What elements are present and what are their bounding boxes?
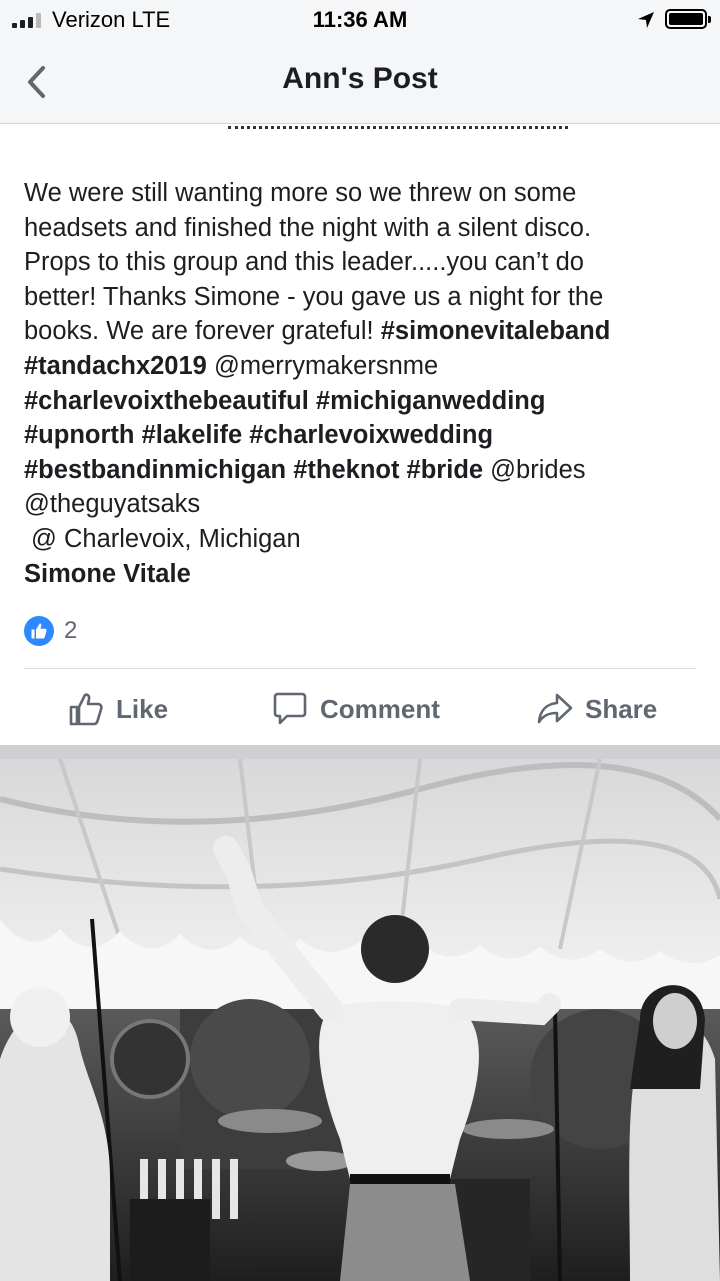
share-label: Share — [585, 693, 658, 724]
share-icon — [537, 693, 573, 724]
post-text-segment: @merrymakersnme — [206, 351, 439, 380]
post-line: #tandachx2019 @merrymakersnme — [24, 349, 704, 384]
comment-icon — [273, 692, 307, 725]
post-line: Props to this group and this leader.....… — [24, 245, 704, 280]
post-body: We were still wanting more so we threw o… — [24, 176, 704, 522]
divider — [24, 668, 696, 669]
post-text-segment: We were still wanting more so we threw o… — [24, 179, 577, 207]
chevron-left-icon — [28, 66, 45, 98]
post-line: #upnorth #lakelife #charlevoixwedding — [24, 418, 704, 453]
post-text-segment: Props to this group and this leader.....… — [24, 248, 584, 277]
hashtag-link[interactable]: #charlevoixthebeautiful #michiganwedding — [24, 387, 545, 415]
post-line: better! Thanks Simone - you gave us a ni… — [24, 280, 704, 315]
hashtag-link[interactable]: #bestbandinmichigan #theknot #bride — [24, 456, 483, 484]
post-text-segment: @brides — [483, 455, 586, 484]
back-button[interactable] — [16, 62, 56, 102]
tagged-user[interactable]: Simone Vitale — [24, 557, 704, 592]
page-title: Ann's Post — [282, 62, 438, 95]
post-text-segment: better! Thanks Simone - you gave us a ni… — [24, 282, 604, 311]
signal-icon — [12, 12, 41, 28]
hashtag-link[interactable]: #simonevitaleband — [381, 317, 611, 345]
comment-label: Comment — [320, 693, 440, 724]
post-location[interactable]: @ Charlevoix, Michigan — [24, 522, 704, 557]
post-line: We were still wanting more so we threw o… — [24, 176, 704, 211]
hashtag-link[interactable]: #upnorth #lakelife #charlevoixwedding — [24, 421, 493, 449]
section-separator — [0, 745, 720, 759]
status-bar: Verizon LTE 11:36 AM — [0, 0, 720, 40]
post-text: We were still wanting more so we threw o… — [24, 176, 704, 591]
nav-bar: Ann's Post — [0, 40, 720, 124]
location-arrow-icon — [638, 12, 654, 28]
post-line: @theguyatsaks — [24, 487, 704, 522]
reaction-count: 2 — [64, 617, 78, 644]
carrier-label: Verizon LTE — [52, 7, 171, 32]
thumbs-up-icon — [69, 693, 103, 726]
like-label: Like — [116, 693, 169, 724]
hashtag-link[interactable]: #tandachx2019 — [24, 352, 207, 380]
battery-icon — [665, 9, 711, 29]
post-text-segment: books. We are forever grateful! — [24, 317, 381, 346]
post-line: #charlevoixthebeautiful #michiganwedding — [24, 384, 704, 419]
post-photo[interactable] — [0, 759, 720, 1281]
truncation-dots — [228, 126, 568, 134]
thumbs-up-icon — [24, 616, 54, 646]
post-line: #bestbandinmichigan #theknot #bride @bri… — [24, 453, 704, 488]
post-text-segment: headsets and finished the night with a s… — [24, 213, 592, 242]
comment-button[interactable]: Comment — [272, 686, 440, 732]
post-line: headsets and finished the night with a s… — [24, 211, 704, 246]
post-line: books. We are forever grateful! #simonev… — [24, 314, 704, 349]
like-button[interactable]: Like — [68, 686, 168, 732]
post-actions: Like Comment Share — [0, 680, 720, 738]
reactions-summary[interactable]: 2 — [24, 615, 77, 647]
post-text-segment: @theguyatsaks — [24, 490, 201, 519]
share-button[interactable]: Share — [537, 686, 657, 732]
